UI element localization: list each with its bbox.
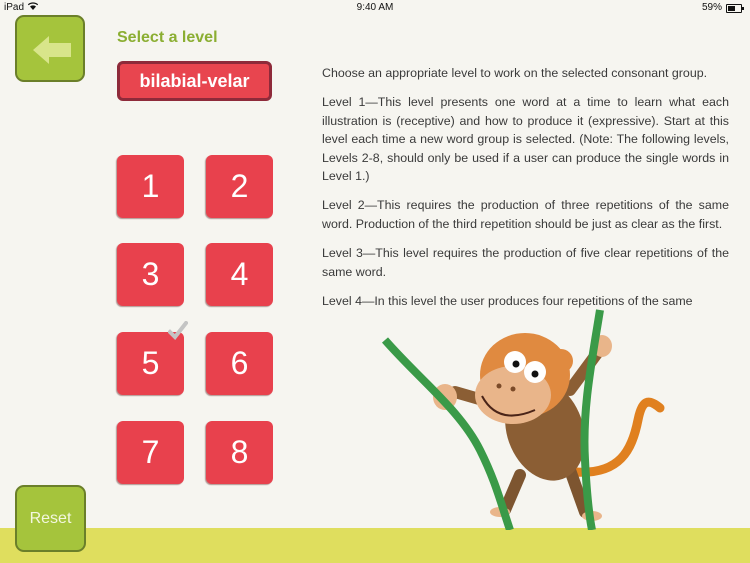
battery-percent: 59% <box>701 2 722 13</box>
reset-button[interactable]: Reset <box>15 485 86 552</box>
description-level-3: Level 3—This level requires the producti… <box>322 246 729 279</box>
level-button-2[interactable]: 2 <box>206 155 273 218</box>
battery-icon <box>726 3 744 13</box>
description-level-2: Level 2—This requires the production of … <box>322 198 729 231</box>
monkey-illustration <box>381 309 665 530</box>
level-description: Choose an appropriate level to work on t… <box>322 64 729 321</box>
back-button[interactable] <box>15 15 85 82</box>
selected-group-button[interactable]: bilabial-velar <box>117 61 272 101</box>
ground-strip <box>0 528 750 563</box>
page-title: Select a level <box>117 29 218 46</box>
status-bar: iPad 9:40 AM 59% <box>0 0 750 16</box>
level-button-8[interactable]: 8 <box>206 421 273 484</box>
level-button-6[interactable]: 6 <box>206 332 273 395</box>
arrow-left-icon <box>33 36 71 64</box>
level-button-7[interactable]: 7 <box>117 421 184 484</box>
level-button-4[interactable]: 4 <box>206 243 273 306</box>
level-button-5[interactable]: 5 <box>117 332 184 395</box>
description-level-1: Level 1—This level presents one word at … <box>322 95 729 184</box>
description-intro: Choose an appropriate level to work on t… <box>322 66 708 80</box>
level-button-3[interactable]: 3 <box>117 243 184 306</box>
completed-check-icon <box>168 321 188 341</box>
clock: 9:40 AM <box>356 2 394 13</box>
level-button-1[interactable]: 1 <box>117 155 184 218</box>
